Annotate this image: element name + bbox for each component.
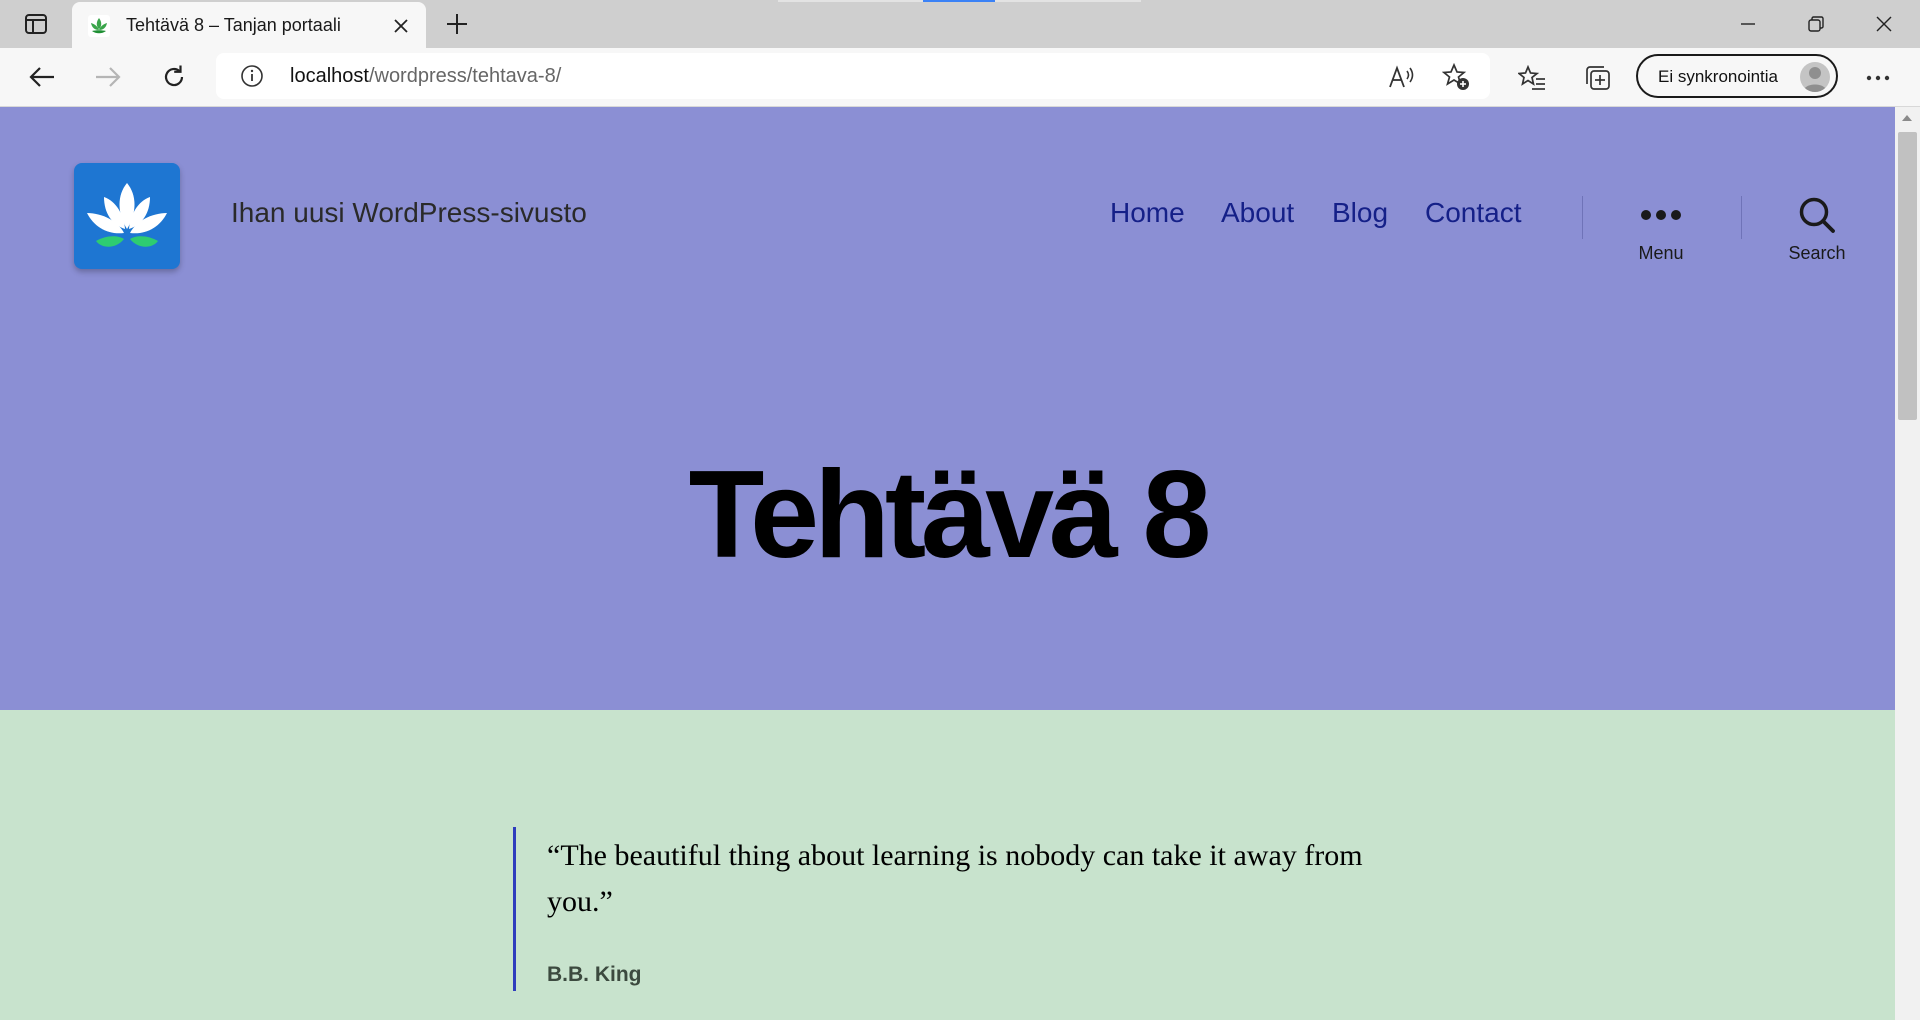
avatar: [1800, 62, 1830, 92]
nav-link-contact[interactable]: Contact: [1425, 197, 1522, 229]
minimize-icon: [1741, 23, 1755, 25]
browser-toolbar: localhost/wordpress/tehtava-8/ Ei synkro…: [0, 48, 1920, 107]
reload-button[interactable]: [154, 58, 194, 96]
arrow-right-icon: [96, 67, 121, 87]
user-icon: [1803, 67, 1827, 92]
menu-toggle-label: Menu: [1638, 243, 1684, 263]
quote-text: “The beautiful thing about learning is n…: [547, 839, 1363, 918]
favorites-list-icon: [1518, 65, 1545, 90]
site-info-button[interactable]: [240, 64, 264, 88]
page-scrollbar[interactable]: [1895, 107, 1920, 1020]
browser-tab-active[interactable]: Tehtävä 8 – Tanjan portaali: [72, 2, 426, 48]
close-icon: [394, 19, 408, 33]
profile-sync-label: Ei synkronointia: [1658, 67, 1779, 86]
nav-divider: [1741, 196, 1742, 239]
close-window-button[interactable]: [1860, 8, 1908, 40]
site-logo-link[interactable]: [74, 163, 180, 269]
site-title-link[interactable]: Ihan uusi WordPress-sivusto: [231, 197, 587, 229]
restore-icon: [1808, 16, 1824, 32]
search-toggle-button[interactable]: Search: [1757, 195, 1877, 271]
reload-icon: [164, 65, 184, 87]
nav-link-about[interactable]: About: [1221, 197, 1294, 229]
page-content: “The beautiful thing about learning is n…: [0, 710, 1895, 1020]
pull-quote: “The beautiful thing about learning is n…: [513, 827, 1363, 991]
back-button[interactable]: [22, 58, 62, 96]
restore-button[interactable]: [1792, 8, 1840, 40]
read-aloud-button[interactable]: [1386, 61, 1418, 93]
search-icon-wrap: [1757, 195, 1877, 235]
arrow-left-icon: [29, 67, 54, 87]
site-header: Ihan uusi WordPress-sivusto Home About B…: [0, 107, 1895, 710]
nav-link-blog[interactable]: Blog: [1332, 197, 1388, 229]
close-icon: [1876, 16, 1892, 32]
search-toggle-label: Search: [1788, 243, 1846, 263]
address-path: /wordpress/tehtava-8/: [368, 65, 562, 87]
settings-more-button[interactable]: [1862, 62, 1894, 94]
menu-toggle-button[interactable]: Menu: [1601, 195, 1721, 271]
loading-indicator: [923, 0, 995, 2]
more-horizontal-icon: [1866, 75, 1890, 81]
page-viewport: Ihan uusi WordPress-sivusto Home About B…: [0, 107, 1895, 1020]
tab-actions-icon: [25, 14, 47, 34]
plus-icon: [447, 14, 467, 34]
tab-title: Tehtävä 8 – Tanjan portaali: [126, 15, 341, 35]
forward-button[interactable]: [88, 58, 128, 96]
lotus-icon: [88, 15, 110, 37]
nav-link-home[interactable]: Home: [1110, 197, 1185, 229]
new-tab-button[interactable]: [441, 10, 473, 38]
star-add-icon: [1442, 63, 1469, 90]
more-dots-icon-wrap: [1601, 195, 1721, 235]
add-favorite-button[interactable]: [1440, 61, 1472, 93]
address-host: localhost: [290, 65, 369, 87]
collections-button[interactable]: [1582, 62, 1614, 94]
address-url[interactable]: localhost/wordpress/tehtava-8/: [290, 65, 561, 88]
tab-actions-button[interactable]: [14, 10, 58, 38]
nav-divider: [1582, 196, 1583, 239]
scroll-up-arrow-icon[interactable]: [1902, 115, 1912, 121]
info-icon: [241, 65, 263, 87]
page-title: Tehtävä 8: [688, 446, 1212, 584]
search-icon: [1799, 197, 1835, 233]
collections-icon: [1586, 66, 1610, 90]
quote-citation: B.B. King: [547, 963, 642, 986]
address-bar[interactable]: localhost/wordpress/tehtava-8/: [216, 53, 1490, 99]
profile-sync-button[interactable]: Ei synkronointia: [1636, 54, 1838, 98]
favorites-button[interactable]: [1516, 62, 1548, 94]
tab-close-button[interactable]: [388, 13, 414, 39]
scrollbar-thumb[interactable]: [1898, 132, 1917, 420]
minimize-button[interactable]: [1724, 8, 1772, 40]
read-aloud-icon: [1389, 65, 1414, 88]
tab-strip: Tehtävä 8 – Tanjan portaali: [0, 0, 1920, 48]
lotus-icon: [87, 183, 167, 247]
more-dots-icon: [1641, 210, 1681, 220]
